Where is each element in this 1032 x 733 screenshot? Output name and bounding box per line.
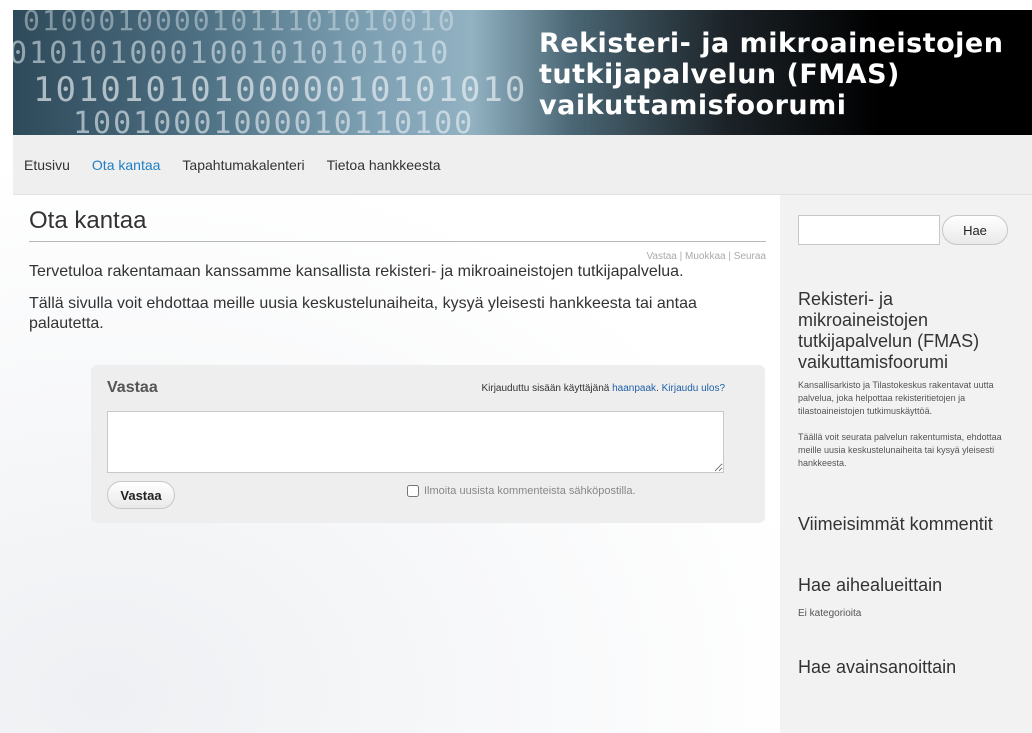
login-prefix: Kirjauduttu sisään käyttäjänä <box>481 383 613 394</box>
site-title[interactable]: Rekisteri- ja mikroaineistojen tutkijapa… <box>539 28 1019 121</box>
reply-submit-button[interactable]: Vastaa <box>107 481 175 509</box>
site-title-line: tutkijapalvelun (FMAS) <box>539 59 900 90</box>
intro-paragraph: Tervetuloa rakentamaan kanssamme kansall… <box>29 263 684 280</box>
post-action-separator: | <box>725 251 734 262</box>
post-action-reply-link[interactable]: Vastaa <box>646 251 676 262</box>
page-title: Ota kantaa <box>29 207 766 242</box>
notify-label: Ilmoita uusista kommenteista sähköpostil… <box>424 485 636 497</box>
main-navigation: Etusivu Ota kantaa Tapahtumakalenteri Ti… <box>13 135 1032 195</box>
page-wrapper: 01000100001011101010010 0101010001001010… <box>13 10 1032 733</box>
tags-title: Hae avainsanoittain <box>798 657 957 677</box>
comment-textarea[interactable] <box>107 411 724 473</box>
nav-item-ota-kantaa[interactable]: Ota kantaa <box>92 157 161 173</box>
nav-item-etusivu[interactable]: Etusivu <box>24 157 70 173</box>
post-action-follow-link[interactable]: Seuraa <box>734 251 766 262</box>
binary-row: 0101010001001010101010 <box>13 36 451 71</box>
search-form: Hae <box>798 215 1014 245</box>
login-info: Kirjauduttu sisään käyttäjänä haanpaak. … <box>481 383 725 394</box>
post-actions: Vastaa | Muokkaa | Seuraa <box>646 251 766 262</box>
content-column: Ota kantaa Vastaa | Muokkaa | Seuraa Ter… <box>13 195 780 733</box>
about-widget-text: Täällä voit seurata palvelun rakentumist… <box>798 432 1002 468</box>
main-area: Ota kantaa Vastaa | Muokkaa | Seuraa Ter… <box>13 195 1032 733</box>
header-banner: 01000100001011101010010 0101010001001010… <box>13 10 1032 135</box>
binary-row: 10010001000010110100 <box>73 106 475 135</box>
binary-row: 1010101010000010101010 <box>33 70 528 110</box>
post-action-edit-link[interactable]: Muokkaa <box>685 251 726 262</box>
username-link[interactable]: haanpaak <box>612 383 656 394</box>
logout-link[interactable]: Kirjaudu ulos? <box>662 383 725 394</box>
about-widget-title: Rekisteri- ja mikroaineistojen tutkijapa… <box>798 289 980 372</box>
recent-comments-title: Viimeisimmät kommentit <box>798 514 993 534</box>
notify-checkbox[interactable] <box>407 485 419 497</box>
site-title-line: Rekisteri- ja mikroaineistojen <box>539 28 1004 59</box>
search-button[interactable]: Hae <box>942 215 1008 245</box>
categories-empty-text: Ei kategorioita <box>798 608 862 619</box>
about-widget-text: Kansallisarkisto ja Tilastokeskus rakent… <box>798 380 994 416</box>
reply-form: Vastaa Kirjauduttu sisään käyttäjänä haa… <box>91 365 765 523</box>
notify-option[interactable]: Ilmoita uusista kommenteista sähköpostil… <box>407 485 636 497</box>
binary-row: 01000100001011101010010 <box>23 10 457 37</box>
nav-item-tapahtumakalenteri[interactable]: Tapahtumakalenteri <box>182 157 304 173</box>
nav-item-tietoa-hankkeesta[interactable]: Tietoa hankkeesta <box>327 157 441 173</box>
binary-background-image: 01000100001011101010010 0101010001001010… <box>13 10 573 135</box>
site-title-line: vaikuttamisfoorumi <box>539 90 847 121</box>
search-input[interactable] <box>798 215 940 245</box>
categories-title: Hae aihealueittain <box>798 575 943 595</box>
sidebar: Hae Rekisteri- ja mikroaineistojen tutki… <box>780 195 1032 733</box>
post-action-separator: | <box>676 251 686 262</box>
info-paragraph: Tällä sivulla voit ehdottaa meille uusia… <box>29 295 697 332</box>
